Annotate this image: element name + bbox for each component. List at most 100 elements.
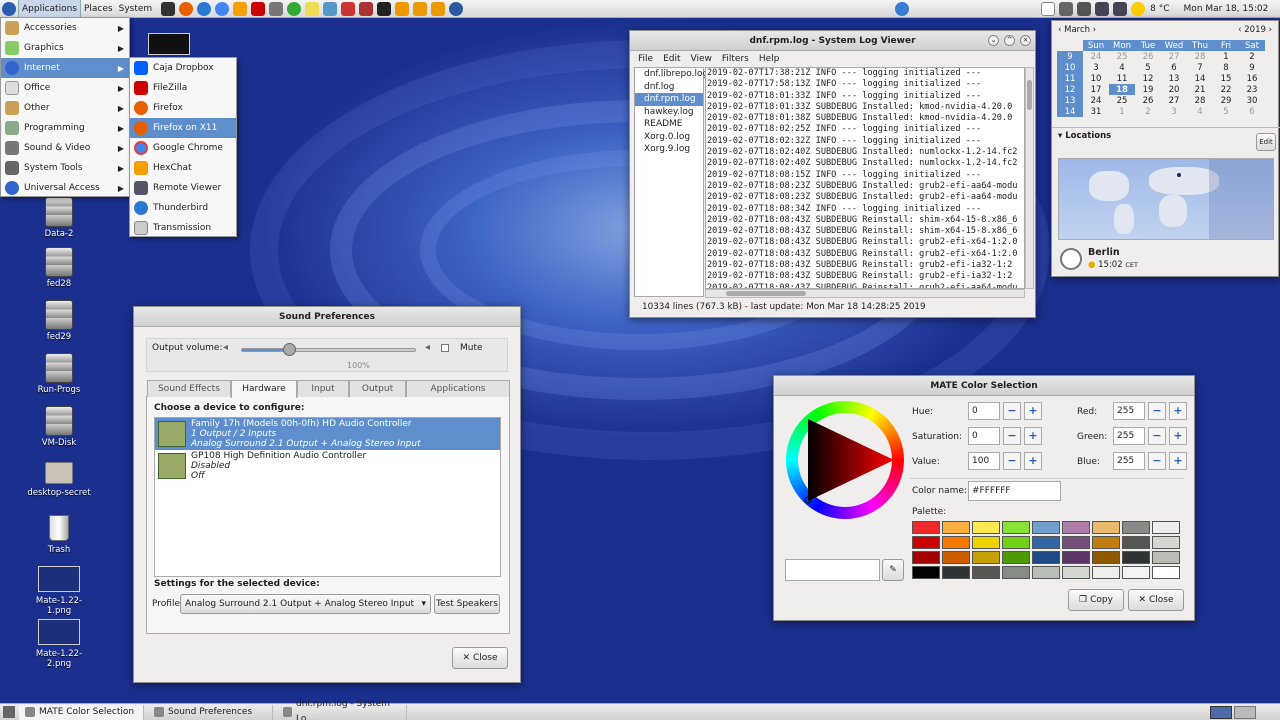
- calendar-day[interactable]: 2: [1135, 106, 1161, 117]
- hexchat-icon[interactable]: [233, 1, 248, 16]
- media-icon[interactable]: [341, 1, 356, 16]
- color-name-input[interactable]: #FFFFFF: [968, 481, 1061, 501]
- palette-swatch[interactable]: [1002, 551, 1030, 564]
- pause-icon[interactable]: [895, 1, 910, 16]
- workspace-1[interactable]: [1210, 705, 1232, 719]
- menu-item-universal-access[interactable]: Universal Access ▶: [1, 178, 129, 198]
- tab-applications[interactable]: Applications: [406, 380, 510, 397]
- palette-swatch[interactable]: [1002, 536, 1030, 549]
- log-file-item[interactable]: dnf.librepo.log: [635, 68, 708, 81]
- palette-swatch[interactable]: [912, 566, 940, 579]
- calendar-day[interactable]: 4: [1109, 62, 1135, 73]
- calendar-day[interactable]: 31: [1083, 106, 1109, 117]
- menu-item-internet[interactable]: Internet ▶: [1, 58, 129, 78]
- palette-swatch[interactable]: [1122, 536, 1150, 549]
- network-icon[interactable]: [323, 1, 338, 16]
- task-sound-preferences[interactable]: Sound Preferences: [148, 704, 273, 720]
- desktop-icon-fed28[interactable]: fed28: [24, 247, 94, 289]
- minus-icon[interactable]: −: [1148, 452, 1166, 470]
- close-icon[interactable]: ×: [1020, 35, 1031, 46]
- plus-icon[interactable]: +: [1169, 452, 1187, 470]
- calendar-day[interactable]: 15: [1213, 73, 1239, 84]
- year-nav[interactable]: ‹ 2019 ›: [1238, 25, 1272, 35]
- battery-icon[interactable]: [1095, 1, 1110, 16]
- calendar-day[interactable]: 27: [1161, 95, 1187, 106]
- log-horizontal-scrollbar[interactable]: [705, 289, 1025, 298]
- bluetooth-icon[interactable]: [1077, 1, 1092, 16]
- log-vertical-scrollbar[interactable]: [1025, 67, 1034, 289]
- weather-icon[interactable]: [1131, 1, 1146, 16]
- calendar-day[interactable]: 8: [1213, 62, 1239, 73]
- volume-slider[interactable]: [241, 343, 416, 356]
- menu-item-google-chrome[interactable]: Google Chrome: [130, 138, 236, 158]
- palette-swatch[interactable]: [1002, 566, 1030, 579]
- minimize-icon[interactable]: ⌄: [988, 35, 999, 46]
- tab-sound-effects[interactable]: Sound Effects: [147, 380, 231, 397]
- plus-icon[interactable]: +: [1024, 452, 1042, 470]
- saturation-spinner[interactable]: 0− +: [968, 427, 1042, 445]
- calendar-day[interactable]: 24: [1083, 95, 1109, 106]
- palette-swatch[interactable]: [972, 536, 1000, 549]
- menu-places[interactable]: Places: [81, 0, 116, 18]
- palette-swatch[interactable]: [912, 536, 940, 549]
- palette-swatch[interactable]: [1062, 536, 1090, 549]
- palette-swatch[interactable]: [1062, 521, 1090, 534]
- plus-icon[interactable]: +: [1169, 402, 1187, 420]
- volume-icon[interactable]: [1059, 1, 1074, 16]
- sv-triangle[interactable]: [786, 401, 904, 519]
- palette-swatch[interactable]: [1152, 551, 1180, 564]
- log-file-item[interactable]: Xorg.9.log: [635, 143, 703, 156]
- copy-button[interactable]: ❐ Copy: [1068, 589, 1124, 611]
- minus-icon[interactable]: −: [1003, 427, 1021, 445]
- calendar-day-today[interactable]: 18: [1109, 84, 1135, 95]
- calendar-day[interactable]: 6: [1161, 62, 1187, 73]
- calendar-day[interactable]: 16: [1239, 73, 1265, 84]
- green-spinner[interactable]: 255− +: [1113, 427, 1187, 445]
- menu-item-accessories[interactable]: Accessories ▶: [1, 18, 129, 38]
- calendar-day[interactable]: 28: [1187, 51, 1213, 62]
- menu-item-caja-dropbox[interactable]: Caja Dropbox: [130, 58, 236, 78]
- log-file-item[interactable]: dnf.log: [635, 81, 703, 94]
- calendar-day[interactable]: 24: [1083, 51, 1109, 62]
- palette-swatch[interactable]: [1122, 521, 1150, 534]
- clock[interactable]: Mon Mar 18, 15:02: [1181, 0, 1272, 18]
- palette-swatch[interactable]: [1122, 551, 1150, 564]
- menu-item-programming[interactable]: Programming ▶: [1, 118, 129, 138]
- palette-swatch[interactable]: [972, 551, 1000, 564]
- palette-swatch[interactable]: [1062, 551, 1090, 564]
- calendar-day[interactable]: 17: [1083, 84, 1109, 95]
- task-log-viewer[interactable]: dnf.rpm.log - System Lo...: [277, 699, 407, 720]
- calendar-day[interactable]: 28: [1187, 95, 1213, 106]
- hue-ring[interactable]: [786, 401, 904, 519]
- palette-swatch[interactable]: [1122, 566, 1150, 579]
- minus-icon[interactable]: −: [1148, 427, 1166, 445]
- palette-swatch[interactable]: [1062, 566, 1090, 579]
- workspace-switcher[interactable]: [1210, 705, 1256, 719]
- log-file-item[interactable]: Xorg.0.log: [635, 131, 703, 144]
- menu-item-other[interactable]: Other ▶: [1, 98, 129, 118]
- hue-spinner[interactable]: 0− +: [968, 402, 1042, 420]
- display-icon[interactable]: [1113, 1, 1128, 16]
- fish3-icon[interactable]: [431, 1, 446, 16]
- show-desktop-icon[interactable]: [3, 706, 15, 718]
- menu-item-firefox[interactable]: Firefox: [130, 98, 236, 118]
- desktop-icon-trash[interactable]: Trash: [24, 513, 94, 555]
- month-nav[interactable]: ‹ March ›: [1058, 25, 1096, 35]
- editor-icon[interactable]: [305, 1, 320, 16]
- calendar-day[interactable]: 1: [1109, 106, 1135, 117]
- log-viewer-titlebar[interactable]: dnf.rpm.log - System Log Viewer ⌄ ^ ×: [630, 31, 1035, 51]
- calendar-day[interactable]: 30: [1239, 95, 1265, 106]
- palette-swatch[interactable]: [1032, 566, 1060, 579]
- palette-swatch[interactable]: [942, 536, 970, 549]
- terminal-icon[interactable]: [161, 1, 176, 16]
- palette-swatch[interactable]: [1032, 536, 1060, 549]
- tab-input[interactable]: Input: [297, 380, 349, 397]
- sound-titlebar[interactable]: Sound Preferences: [134, 307, 520, 327]
- calendar-day[interactable]: 5: [1135, 62, 1161, 73]
- desktop-icon-desktop-secret[interactable]: desktop-secret: [24, 456, 94, 498]
- calendar-day[interactable]: 1: [1213, 51, 1239, 62]
- menu-item-graphics[interactable]: Graphics ▶: [1, 38, 129, 58]
- log-file-item[interactable]: hawkey.log: [635, 106, 703, 119]
- menu-item-remote-viewer[interactable]: Remote Viewer: [130, 178, 236, 198]
- desktop-icon-fed29[interactable]: fed29: [24, 300, 94, 342]
